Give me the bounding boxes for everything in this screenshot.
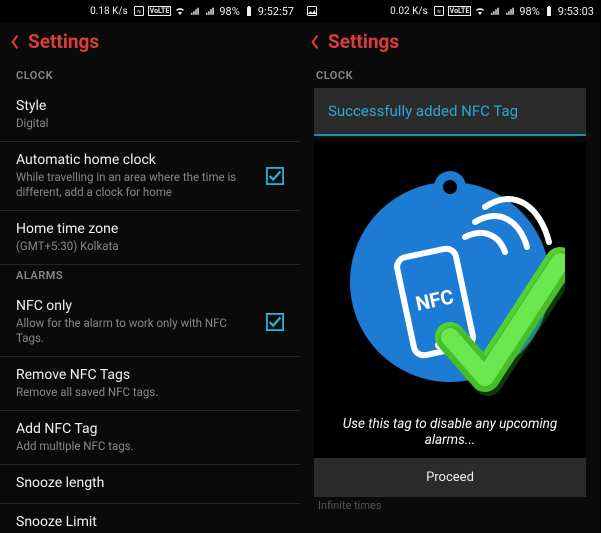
checkbox-checked-icon[interactable] <box>266 167 284 185</box>
status-bar: 0.02 K/s N VoLTE 98% 9:53:03 <box>300 0 600 22</box>
section-clock: CLOCK <box>300 65 600 88</box>
signal-icon-2 <box>504 5 516 17</box>
battery-percent: 98% <box>219 5 239 18</box>
image-icon <box>306 5 318 17</box>
svg-text:N: N <box>137 9 140 15</box>
row-home-timezone[interactable]: Home time zone (GMT+5:30) Kolkata <box>0 211 300 265</box>
row-snooze-length[interactable]: Snooze length <box>0 465 300 504</box>
nfc-dialog: NFC Use this tag to disable any upcoming… <box>314 142 586 458</box>
clock-time: 9:52:57 <box>258 5 294 18</box>
signal-icon-2 <box>204 5 216 17</box>
checkbox-checked-icon[interactable] <box>266 313 284 331</box>
row-nfc-only[interactable]: NFC only Allow for the alarm to work onl… <box>0 288 300 357</box>
svg-text:N: N <box>437 9 440 15</box>
background-row-faded: Infinite times <box>300 497 600 516</box>
settings-screen-left: 0.18 K/s N VoLTE 98% 9:52:57 Settings CL… <box>0 0 300 533</box>
nfc-tag-graphic-icon: NFC <box>335 142 565 402</box>
wifi-icon <box>174 5 186 17</box>
toast-text: Successfully added NFC Tag <box>328 102 572 120</box>
row-hometz-title: Home time zone <box>16 221 284 237</box>
row-addnfc-title: Add NFC Tag <box>16 421 284 437</box>
data-speed: 0.02 K/s <box>390 6 428 17</box>
row-style-sub: Digital <box>16 116 246 131</box>
row-snoozelen-title: Snooze length <box>16 475 284 491</box>
row-nfconly-sub: Allow for the alarm to work only with NF… <box>16 316 246 346</box>
back-icon[interactable] <box>310 34 320 50</box>
battery-percent: 98% <box>519 5 539 18</box>
settings-screen-right: 0.02 K/s N VoLTE 98% 9:53:03 Settings CL… <box>300 0 600 533</box>
nfc-icon: N <box>133 5 145 17</box>
row-snooze-limit[interactable]: Snooze Limit Infinite times <box>0 504 300 533</box>
header: Settings <box>0 22 300 65</box>
signal-icon <box>489 5 501 17</box>
row-snoozelimit-title: Snooze Limit <box>16 514 284 530</box>
status-bar: 0.18 K/s N VoLTE 98% 9:52:57 <box>0 0 300 22</box>
proceed-button[interactable]: Proceed <box>314 458 586 497</box>
signal-icon <box>189 5 201 17</box>
header: Settings <box>300 22 600 65</box>
row-autoclock-sub: While travelling in an area where the ti… <box>16 170 246 200</box>
row-auto-home-clock[interactable]: Automatic home clock While travelling in… <box>0 142 300 211</box>
page-title: Settings <box>28 30 99 53</box>
row-nfconly-title: NFC only <box>16 298 284 314</box>
section-clock: CLOCK <box>0 65 300 88</box>
clock-time: 9:53:03 <box>558 5 594 18</box>
alarm-volume-label[interactable]: Alarm volume <box>300 516 600 533</box>
success-toast: Successfully added NFC Tag <box>314 88 586 136</box>
data-speed: 0.18 K/s <box>90 6 128 17</box>
battery-icon <box>243 5 255 17</box>
back-icon[interactable] <box>10 34 20 50</box>
row-removenfc-title: Remove NFC Tags <box>16 367 284 383</box>
row-remove-nfc[interactable]: Remove NFC Tags Remove all saved NFC tag… <box>0 357 300 411</box>
wifi-icon <box>474 5 486 17</box>
volte-icon: VoLTE <box>448 6 472 16</box>
battery-icon <box>543 5 555 17</box>
row-addnfc-sub: Add multiple NFC tags. <box>16 439 246 454</box>
row-style-title: Style <box>16 98 284 114</box>
row-removenfc-sub: Remove all saved NFC tags. <box>16 385 246 400</box>
row-style[interactable]: Style Digital <box>0 88 300 142</box>
row-autoclock-title: Automatic home clock <box>16 152 284 168</box>
row-hometz-sub: (GMT+5:30) Kolkata <box>16 239 246 254</box>
dialog-caption: Use this tag to disable any upcoming ala… <box>314 412 586 458</box>
row-add-nfc[interactable]: Add NFC Tag Add multiple NFC tags. <box>0 411 300 465</box>
section-alarms: ALARMS <box>0 265 300 288</box>
nfc-icon: N <box>433 5 445 17</box>
volte-icon: VoLTE <box>148 6 172 16</box>
page-title: Settings <box>328 30 399 53</box>
